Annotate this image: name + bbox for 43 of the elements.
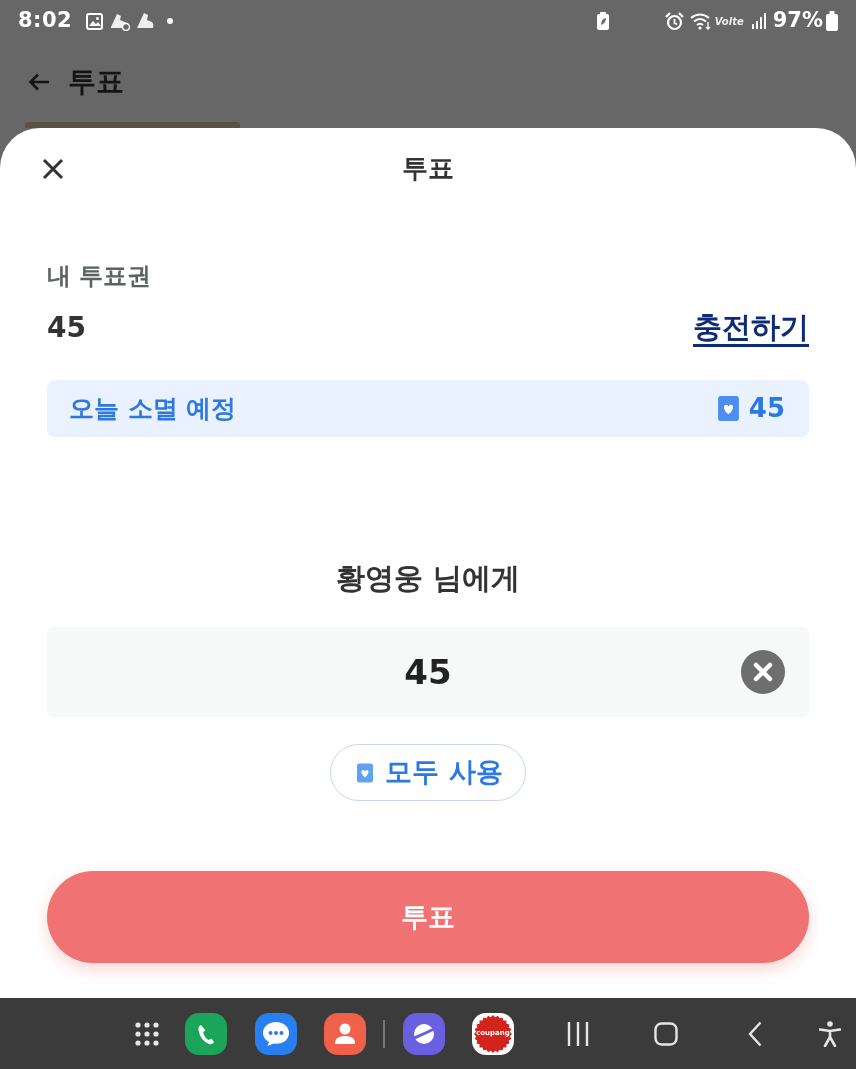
alarm-clock-icon [664,11,684,31]
messages-app-icon[interactable] [255,1012,297,1055]
sheet-title: 투표 [402,151,454,185]
expiring-count: 45 [748,392,785,425]
shoe-icon [109,11,132,31]
accessibility-icon [819,1020,841,1047]
back-nav-button[interactable] [748,1020,762,1047]
signal-icon [751,13,766,29]
recipient-heading: 황영웅 님에게 [334,560,522,597]
network-type-text: Volte [714,14,744,29]
recents-icon [567,1020,589,1047]
heart-ticket-icon [357,762,374,783]
image-icon [86,12,104,30]
home-button[interactable] [654,1021,678,1046]
back-chevron-icon [748,1020,762,1047]
clock-time: 8:02 [18,7,73,35]
vote-ticket-label: 내 투표권 [47,261,153,291]
back-arrow-icon [28,73,50,91]
page-title: 투표 [68,68,124,96]
heart-ticket-icon [717,396,739,421]
battery-icon [826,11,838,31]
clear-button[interactable] [741,650,785,694]
amount-field[interactable]: 45 [47,627,809,717]
wifi-icon [689,12,712,30]
close-icon [42,158,64,180]
charge-link[interactable]: 충전하기 [693,306,809,350]
vote-ticket-count: 45 [47,310,86,346]
clear-icon [741,650,785,694]
recent-apps-button[interactable] [567,1020,589,1047]
home-icon [654,1021,678,1046]
battery-saver-icon [596,12,609,30]
app-drawer-icon[interactable] [135,1021,159,1046]
browser-app-icon[interactable] [403,1012,445,1055]
back-button[interactable] [28,73,50,91]
battery-percent: 97% [772,7,823,35]
accessibility-button[interactable] [819,1020,841,1047]
contacts-app-icon[interactable] [324,1012,366,1055]
expiring-label: 오늘 소멸 예정 [69,392,237,425]
shoe-icon [135,11,156,31]
use-all-button[interactable]: 모두 사용 [330,744,526,801]
vote-button[interactable]: 투표 [47,871,809,963]
phone-app-icon[interactable] [185,1012,227,1055]
notification-dot-icon [167,18,174,24]
